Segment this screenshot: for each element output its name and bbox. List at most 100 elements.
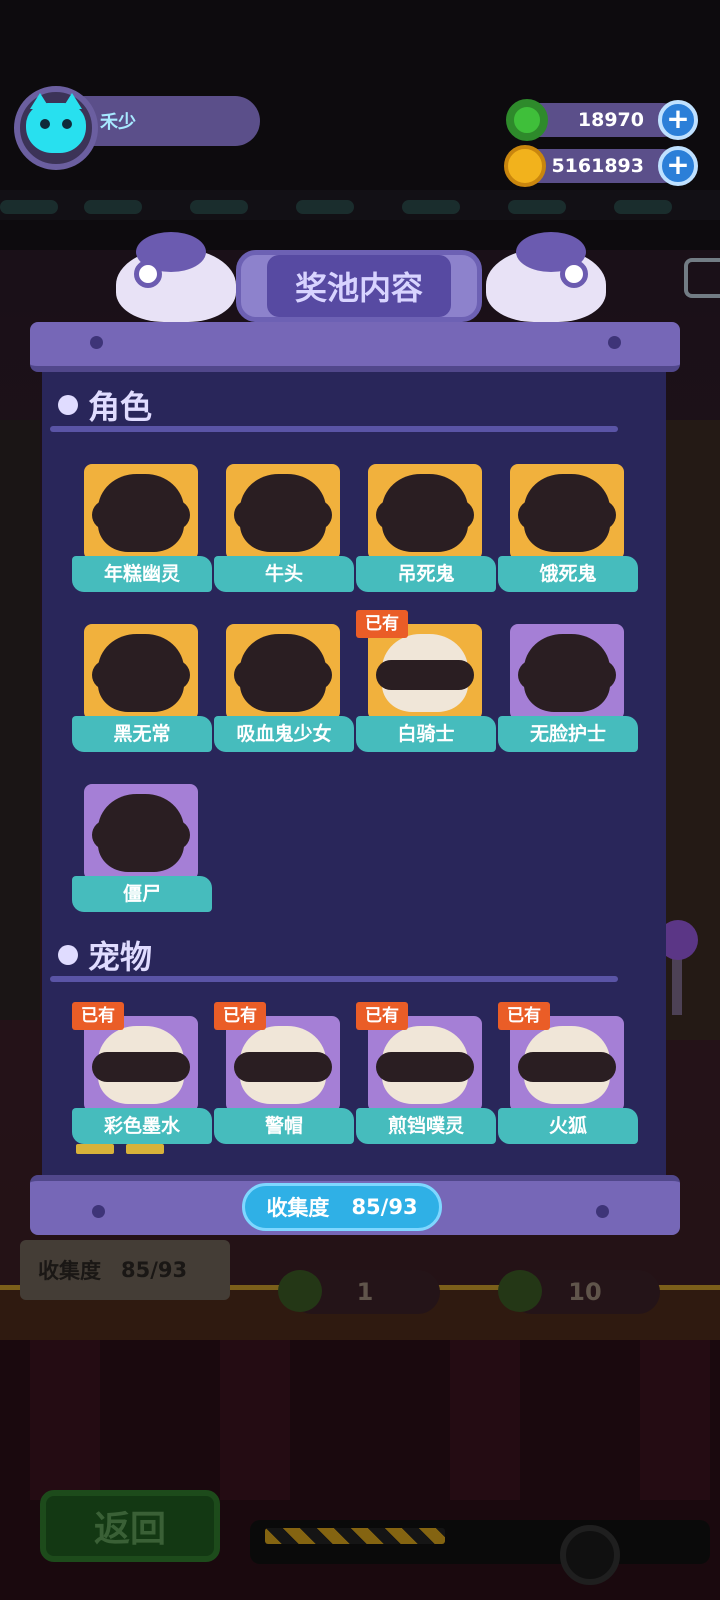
prize-card[interactable]: 彩色墨水 已有 xyxy=(72,1002,212,1144)
section-header-characters: 角色 xyxy=(58,382,152,428)
prize-card-label: 白骑士 xyxy=(356,716,496,752)
next-row-peek xyxy=(76,1144,114,1154)
draw-ten-price[interactable]: 10 xyxy=(498,1270,660,1314)
prize-card[interactable]: 吊死鬼 xyxy=(356,464,496,592)
collection-value: 85/93 xyxy=(351,1195,418,1219)
prize-card[interactable]: 饿死鬼 xyxy=(498,464,638,592)
character-portrait-icon xyxy=(518,1026,616,1104)
lever-stick xyxy=(672,955,682,1015)
locked-silhouette-icon xyxy=(92,474,190,552)
prize-card-art xyxy=(510,464,624,560)
modal-header-bar xyxy=(30,322,680,372)
prize-card[interactable]: 白骑士 已有 xyxy=(356,610,496,752)
scene-left-wall xyxy=(0,420,40,1020)
prize-card-label: 吸血鬼少女 xyxy=(214,716,354,752)
fish-ornament-right-icon xyxy=(486,232,606,322)
character-portrait-icon xyxy=(234,1026,332,1104)
bullet-icon xyxy=(58,945,78,965)
character-portrait-icon xyxy=(376,1026,474,1104)
owned-badge: 已有 xyxy=(214,1002,266,1030)
prize-card-art xyxy=(510,1016,624,1112)
prize-card-label: 火狐 xyxy=(498,1108,638,1144)
fish-ornament-left-icon xyxy=(116,232,236,322)
owned-badge: 已有 xyxy=(498,1002,550,1030)
collection-progress: 收集度 85/93 xyxy=(242,1183,442,1231)
prize-card-art xyxy=(226,624,340,720)
next-row-peek xyxy=(126,1144,164,1154)
prize-card-art xyxy=(368,464,482,560)
owned-badge: 已有 xyxy=(72,1002,124,1030)
player-name: 禾少 xyxy=(100,112,136,133)
prize-card-label: 饿死鬼 xyxy=(498,556,638,592)
owned-badge: 已有 xyxy=(356,610,408,638)
leaf-coin-icon xyxy=(498,1270,542,1312)
modal-title: 奖池内容 xyxy=(266,255,451,317)
road-dash xyxy=(508,200,566,214)
prize-card-label: 彩色墨水 xyxy=(72,1108,212,1144)
add-donut-button[interactable]: + xyxy=(658,100,698,140)
bullet-icon xyxy=(58,395,78,415)
currency-coin-value: 5161893 xyxy=(551,155,644,177)
prize-card-label: 僵尸 xyxy=(72,876,212,912)
road-dash xyxy=(84,200,142,214)
prize-card-label: 黑无常 xyxy=(72,716,212,752)
prize-card[interactable]: 无脸护士 xyxy=(498,624,638,752)
character-portrait-icon xyxy=(92,1026,190,1104)
hazard-stripe xyxy=(265,1528,445,1544)
locked-silhouette-icon xyxy=(92,794,190,872)
prize-card-art xyxy=(84,1016,198,1112)
draw-once-price-value: 1 xyxy=(356,1278,374,1306)
section-title-pets: 宠物 xyxy=(88,938,153,976)
prize-card[interactable]: 牛头 xyxy=(214,464,354,592)
prize-card[interactable]: 黑无常 xyxy=(72,624,212,752)
background-collection-label: 收集度 xyxy=(38,1259,101,1283)
scene-pillar xyxy=(450,1340,520,1500)
modal-title-plate: 奖池内容 xyxy=(236,250,482,322)
prize-card-label: 警帽 xyxy=(214,1108,354,1144)
prize-card-art xyxy=(84,784,198,880)
prize-card[interactable]: 煎铛噗灵 已有 xyxy=(356,1002,496,1144)
road-dash xyxy=(0,200,58,214)
draw-once-price[interactable]: 1 xyxy=(278,1270,440,1314)
leaf-coin-icon xyxy=(278,1270,322,1312)
prize-card-label: 牛头 xyxy=(214,556,354,592)
add-coin-button[interactable]: + xyxy=(658,146,698,186)
prize-card-label: 年糕幽灵 xyxy=(72,556,212,592)
road-dash xyxy=(614,200,672,214)
locked-silhouette-icon xyxy=(518,634,616,712)
locked-silhouette-icon xyxy=(518,474,616,552)
clip-icon[interactable] xyxy=(684,258,720,298)
cat-avatar-icon xyxy=(26,93,86,153)
prize-card-art xyxy=(226,1016,340,1112)
locked-silhouette-icon xyxy=(234,474,332,552)
background-collection-plate: 收集度 85/93 xyxy=(20,1240,230,1300)
background-collection-value: 85/93 xyxy=(121,1258,188,1282)
prize-card[interactable]: 火狐 已有 xyxy=(498,1002,638,1144)
scene-pillar xyxy=(30,1340,100,1500)
locked-silhouette-icon xyxy=(376,474,474,552)
prize-card-label: 吊死鬼 xyxy=(356,556,496,592)
prize-card-art xyxy=(226,464,340,560)
prize-card-label: 煎铛噗灵 xyxy=(356,1108,496,1144)
section-divider xyxy=(50,426,618,432)
green-donut-icon xyxy=(506,99,548,141)
road-dash xyxy=(296,200,354,214)
owned-badge: 已有 xyxy=(356,1002,408,1030)
locked-silhouette-icon xyxy=(234,634,332,712)
road-dash xyxy=(402,200,460,214)
avatar[interactable] xyxy=(14,86,98,170)
prize-card-art xyxy=(368,624,482,720)
draw-ten-price-value: 10 xyxy=(568,1278,602,1306)
collection-label: 收集度 xyxy=(266,1196,330,1220)
prize-card-art xyxy=(368,1016,482,1112)
section-title-characters: 角色 xyxy=(88,388,153,426)
gear-wheel-icon xyxy=(560,1525,620,1585)
prize-card[interactable]: 吸血鬼少女 xyxy=(214,624,354,752)
prize-card[interactable]: 僵尸 xyxy=(72,784,212,912)
section-header-pets: 宠物 xyxy=(58,932,152,978)
back-button[interactable]: 返回 xyxy=(40,1490,220,1562)
scene-pillar xyxy=(220,1340,290,1500)
prize-card[interactable]: 年糕幽灵 xyxy=(72,464,212,592)
prize-pool-list[interactable]: 角色 年糕幽灵 牛头 吊死鬼 饿死鬼 黑无常 吸血鬼少女 白骑士 已有 无脸护士 僵尸 宠物 彩色… xyxy=(42,372,666,1175)
prize-card[interactable]: 警帽 已有 xyxy=(214,1002,354,1144)
